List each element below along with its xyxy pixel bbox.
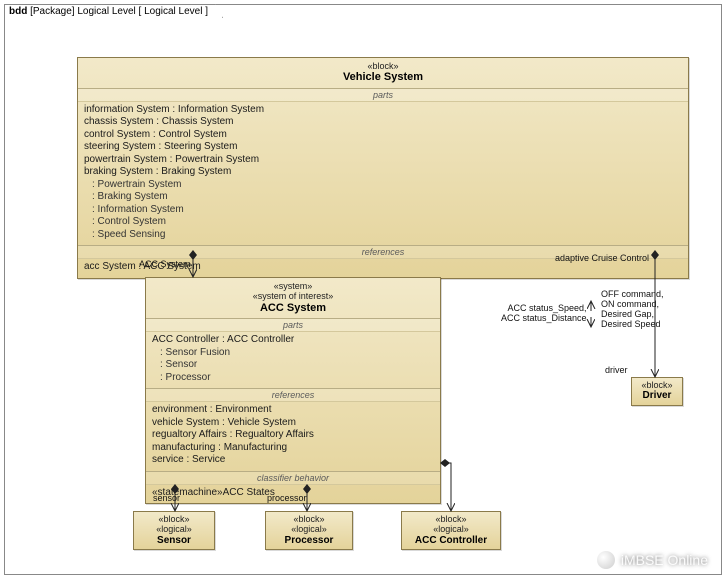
part-row: chassis System : Chassis System [84, 116, 682, 129]
part-row: : Sensor Fusion [152, 347, 434, 360]
stereotype-label: «system» [150, 281, 436, 291]
block-header: «block» «logical» ACC Controller [402, 512, 500, 549]
block-title: Driver [636, 390, 678, 402]
flow-line: ON command, [601, 299, 664, 309]
flow-line: ACC status_Speed, [501, 303, 587, 313]
block-title: Vehicle System [82, 71, 684, 84]
part-row: : Braking System [84, 191, 682, 204]
flow-line: ACC status_Distance [501, 313, 587, 323]
ref-row: regualtory Affairs : Regualtory Affairs [152, 429, 434, 442]
compartment-title-parts: parts [78, 89, 688, 102]
block-acc-controller[interactable]: «block» «logical» ACC Controller [401, 511, 501, 550]
part-row: ACC Controller : ACC Controller [152, 334, 434, 347]
ref-row: manufacturing : Manufacturing [152, 442, 434, 455]
watermark: iMBSE Online [597, 551, 708, 569]
diagram-frame: bdd [Package] Logical Level [ Logical Le… [4, 4, 722, 575]
ref-row: service : Service [152, 454, 434, 467]
diagram-canvas: «block» Vehicle System parts information… [5, 19, 721, 574]
part-row: control System : Control System [84, 129, 682, 142]
block-driver[interactable]: «block» Driver [631, 377, 683, 406]
compartment-title-parts: parts [146, 319, 440, 332]
edge-label-flow-left: ACC status_Speed, ACC status_Distance [501, 303, 587, 323]
stereotype-label: «block» [406, 514, 496, 524]
part-row: braking System : Braking System [84, 166, 682, 179]
part-row: steering System : Steering System [84, 141, 682, 154]
edge-label-flow-right: OFF command, ON command, Desired Gap, De… [601, 289, 664, 329]
part-row: powertrain System : Powertrain System [84, 154, 682, 167]
part-row: information System : Information System [84, 104, 682, 117]
part-row: : Speed Sensing [84, 229, 682, 242]
block-vehicle-system[interactable]: «block» Vehicle System parts information… [77, 57, 689, 279]
edge-label-processor: processor [267, 493, 307, 503]
edge-label-acc-system: ACC System [139, 259, 191, 269]
block-sensor[interactable]: «block» «logical» Sensor [133, 511, 215, 550]
block-title: Processor [270, 535, 348, 547]
stereotype-label: «block» [82, 61, 684, 71]
compartment-title-refs: references [146, 389, 440, 402]
block-header: «block» Driver [632, 378, 682, 405]
tab-suffix: [ Logical Level ] [139, 6, 209, 17]
tab-middle: [Package] Logical Level [30, 6, 136, 17]
part-row: : Control System [84, 216, 682, 229]
flow-line: Desired Speed [601, 319, 664, 329]
edge-label-driver: driver [605, 365, 628, 375]
part-row: : Sensor [152, 359, 434, 372]
edge-label-sensor: sensor [153, 493, 180, 503]
ref-row: environment : Environment [152, 404, 434, 417]
stereotype-label: «block» [270, 514, 348, 524]
stereotype-label: «logical» [138, 524, 210, 534]
part-row: : Processor [152, 372, 434, 385]
edge-label-adaptive: adaptive Cruise Control [555, 253, 649, 263]
block-title: Sensor [138, 535, 210, 547]
watermark-text: iMBSE Online [621, 552, 708, 568]
compartment-parts: information System : Information System … [78, 102, 688, 247]
stereotype-label: «logical» [270, 524, 348, 534]
stereotype-label: «block» [138, 514, 210, 524]
block-header: «block» «logical» Processor [266, 512, 352, 549]
diagram-tab: bdd [Package] Logical Level [ Logical Le… [4, 4, 223, 18]
flow-line: Desired Gap, [601, 309, 664, 319]
block-title: ACC System [150, 302, 436, 315]
part-row: : Information System [84, 204, 682, 217]
stereotype-label: «system of interest» [150, 291, 436, 301]
compartment-refs: environment : Environment vehicle System… [146, 402, 440, 472]
flow-line: OFF command, [601, 289, 664, 299]
ref-row: vehicle System : Vehicle System [152, 417, 434, 430]
watermark-icon [597, 551, 615, 569]
block-processor[interactable]: «block» «logical» Processor [265, 511, 353, 550]
compartment-parts: ACC Controller : ACC Controller : Sensor… [146, 332, 440, 389]
block-header: «block» Vehicle System [78, 58, 688, 89]
tab-prefix: bdd [9, 6, 27, 17]
block-title: ACC Controller [406, 535, 496, 547]
compartment-title-cb: classifier behavior [146, 472, 440, 485]
block-header: «system» «system of interest» ACC System [146, 278, 440, 319]
part-row: : Powertrain System [84, 179, 682, 192]
block-header: «block» «logical» Sensor [134, 512, 214, 549]
block-acc-system[interactable]: «system» «system of interest» ACC System… [145, 277, 441, 504]
stereotype-label: «block» [636, 380, 678, 390]
stereotype-label: «logical» [406, 524, 496, 534]
